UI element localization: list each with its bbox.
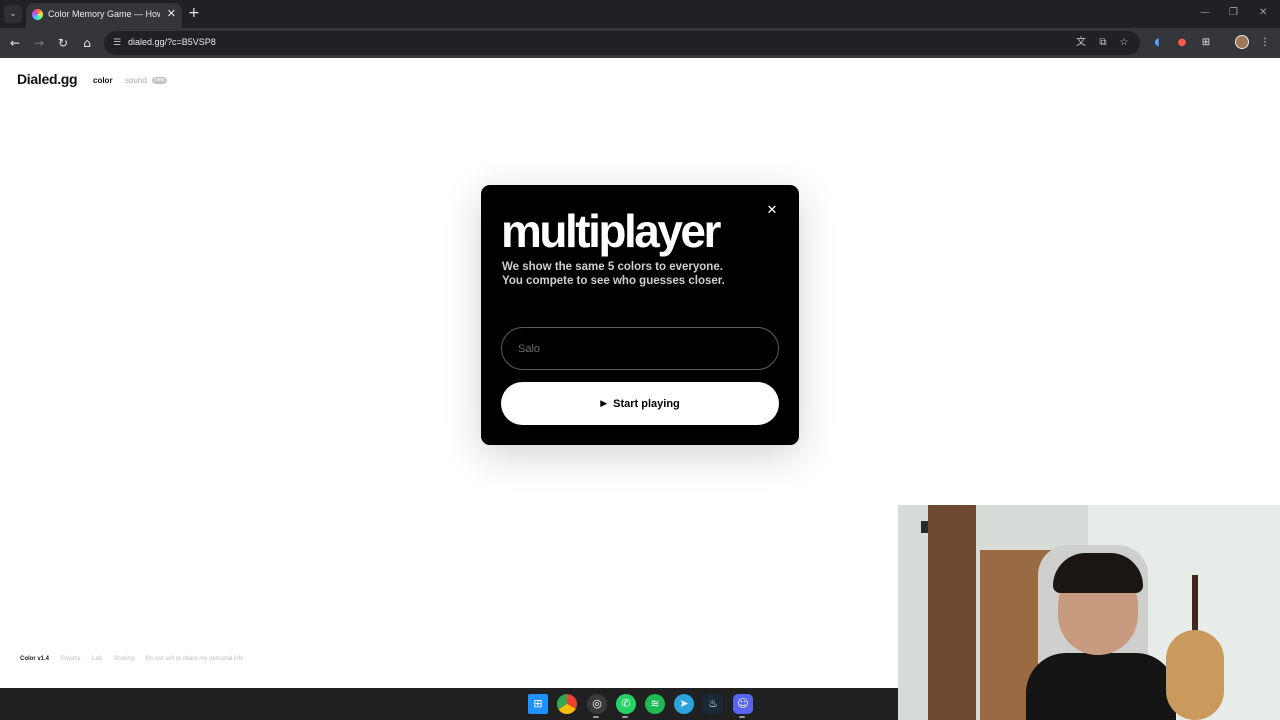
home-icon[interactable]: ⌂ [78, 34, 96, 52]
browser-tab-bar: ⌄ Color Memory Game — How Well Can You S… [0, 0, 1280, 28]
modal-title: multiplayer [501, 205, 721, 257]
description-line-1: We show the same 5 colors to everyone. [502, 261, 723, 273]
new-tab-button[interactable]: + [188, 5, 200, 21]
start-playing-label: Start playing [613, 397, 680, 410]
footer-link-do-not-sell[interactable]: Do not sell or share my personal info [146, 656, 244, 662]
nav-sound-link[interactable]: sound [125, 76, 147, 85]
site-favicon-icon [32, 9, 43, 20]
taskbar-active-indicator-obs [593, 716, 599, 718]
spotify-icon[interactable]: ≋ [645, 694, 665, 714]
extension-fire-icon[interactable]: ● [1175, 36, 1189, 50]
nav-color-link[interactable]: color [93, 76, 113, 85]
taskbar-active-indicator-discord [739, 716, 745, 718]
multiplayer-modal: ✕ multiplayer We show the same 5 colors … [481, 185, 799, 445]
new-badge: new [152, 77, 168, 84]
footer-link-lab[interactable]: Lab [92, 656, 102, 662]
profile-avatar[interactable] [1235, 35, 1249, 49]
description-line-2: You compete to see who guesses closer. [502, 275, 725, 287]
address-bar[interactable]: ☰ dialed.gg/?c=B5VSP8 文 ⧉ ☆ [104, 31, 1140, 55]
extensions-puzzle-icon[interactable]: ⊞ [1199, 36, 1213, 50]
close-icon[interactable]: ✕ [765, 204, 779, 218]
forward-icon[interactable]: → [30, 34, 48, 52]
install-app-icon[interactable]: ⧉ [1096, 36, 1110, 50]
footer-version: Color v1.4 [20, 656, 50, 662]
guitar-neck [1192, 575, 1198, 635]
webcam-overlay [898, 505, 1280, 720]
whatsapp-icon[interactable]: ✆ [616, 694, 636, 714]
url-text[interactable]: dialed.gg/?c=B5VSP8 [128, 37, 216, 47]
telegram-icon[interactable]: ➤ [674, 694, 694, 714]
taskbar-active-indicator-whatsapp [622, 716, 628, 718]
bookmark-star-icon[interactable]: ☆ [1117, 36, 1131, 50]
window-close-button[interactable]: ✕ [1259, 7, 1267, 18]
windows-taskbar [0, 688, 898, 720]
wooden-door [928, 505, 976, 720]
page-footer: Color v1.4 Privacy Lab Scoring Do not se… [20, 656, 253, 662]
site-info-icon[interactable]: ☰ [111, 37, 123, 49]
back-icon[interactable]: ← [6, 34, 24, 52]
modal-description: We show the same 5 colors to everyone. Y… [502, 260, 782, 288]
browser-tab[interactable]: Color Memory Game — How Well Can You See… [26, 3, 182, 28]
tab-title: Color Memory Game — How Well Can You See… [48, 9, 160, 19]
windows-start-icon[interactable]: ⊞ [528, 694, 548, 714]
tab-search-button[interactable]: ⌄ [4, 5, 22, 23]
footer-link-privacy[interactable]: Privacy [61, 656, 81, 662]
chrome-icon[interactable] [557, 694, 577, 714]
obs-icon[interactable]: ◎ [587, 694, 607, 714]
footer-link-scoring[interactable]: Scoring [114, 656, 134, 662]
tab-close-button[interactable]: ✕ [167, 7, 176, 20]
player-name-input[interactable] [501, 327, 779, 370]
kebab-menu-icon[interactable]: ⋮ [1258, 36, 1272, 50]
person-body [1026, 653, 1176, 720]
discord-icon[interactable]: ☺ [733, 694, 753, 714]
play-icon: ▶ [600, 398, 608, 409]
site-logo[interactable]: Dialed.gg [17, 71, 78, 87]
start-playing-button[interactable]: ▶ Start playing [501, 382, 779, 425]
reload-icon[interactable]: ↻ [54, 34, 72, 52]
minimize-button[interactable]: — [1200, 7, 1210, 18]
guitar [1166, 630, 1224, 720]
browser-toolbar: ← → ↻ ⌂ ☰ dialed.gg/?c=B5VSP8 文 ⧉ ☆ ◖ ● … [0, 28, 1280, 58]
restore-button[interactable]: ❐ [1229, 7, 1238, 18]
steam-icon[interactable]: ♨ [703, 694, 723, 714]
extension-audio-icon[interactable]: ◖ [1150, 36, 1164, 50]
translate-icon[interactable]: 文 [1074, 36, 1088, 50]
person-hair [1053, 553, 1143, 593]
